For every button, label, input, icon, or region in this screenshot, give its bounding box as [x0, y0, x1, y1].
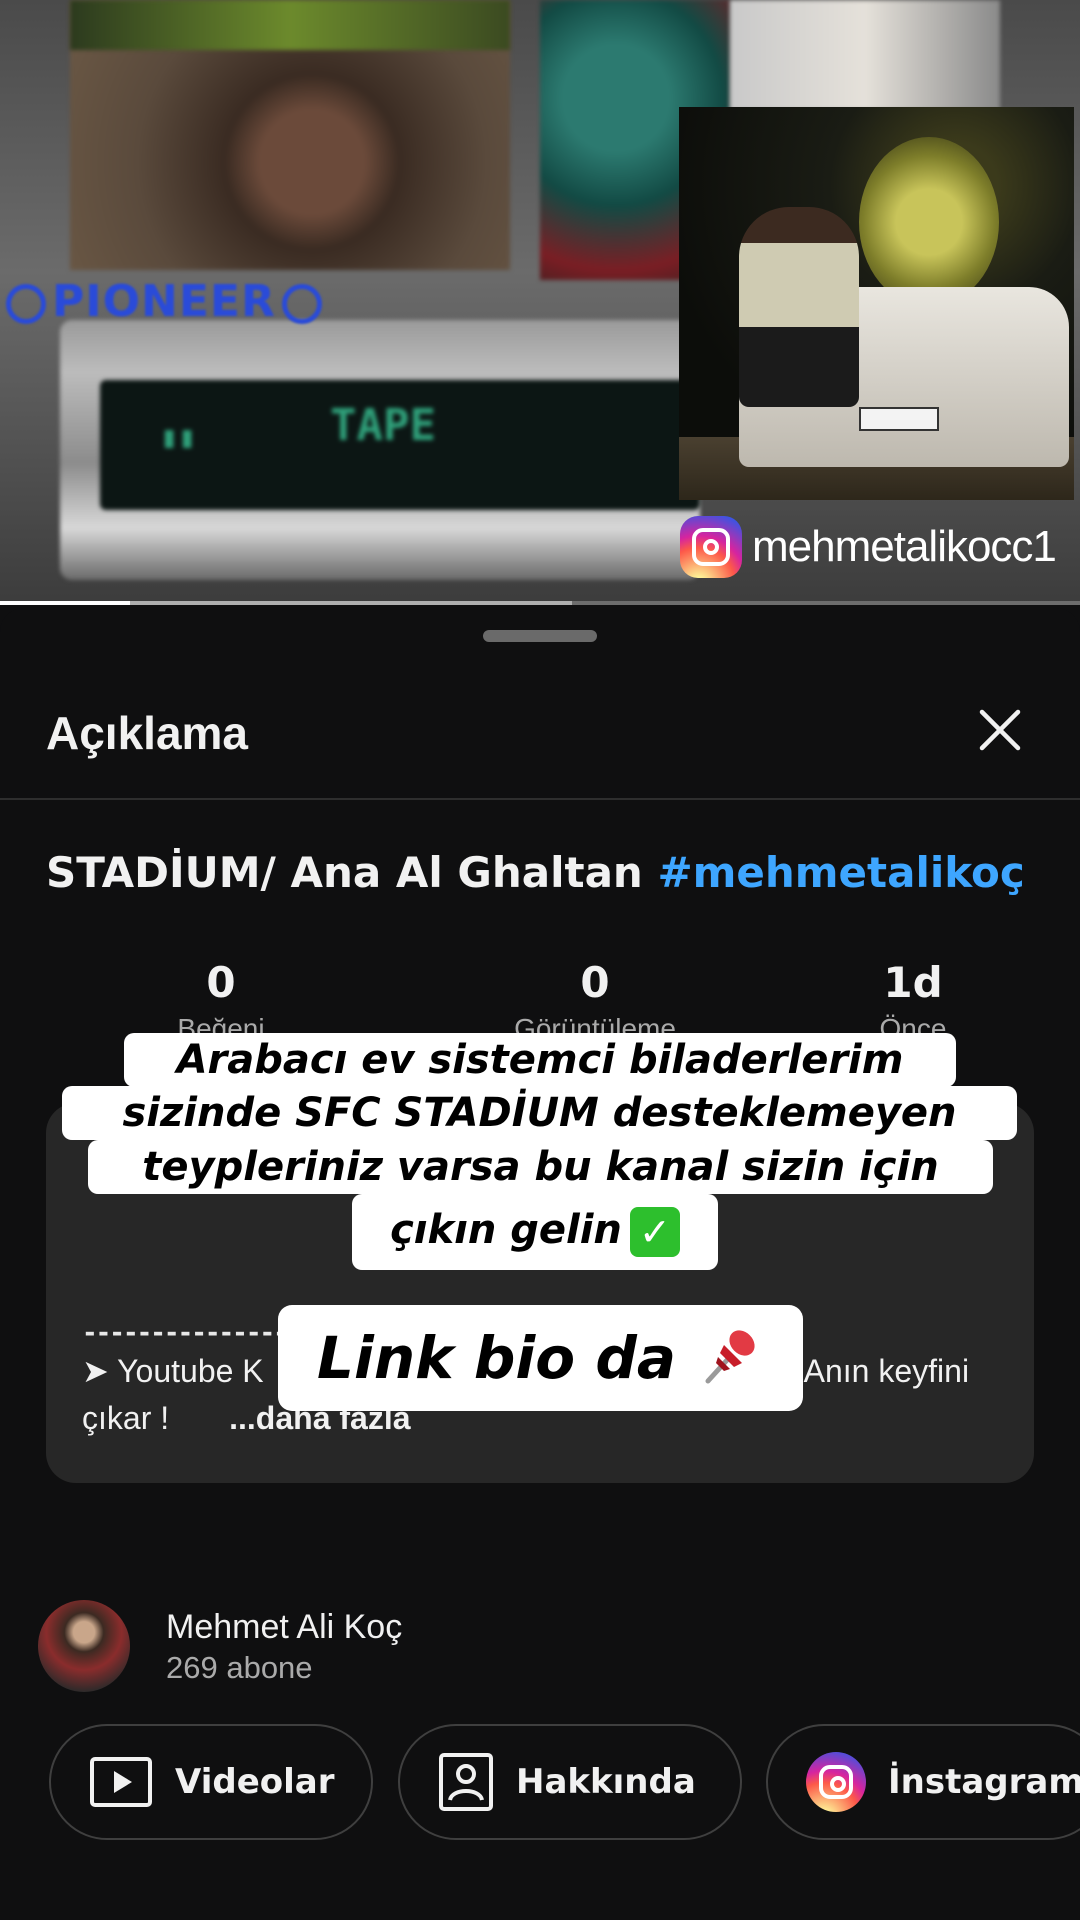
photo-inset: [679, 107, 1074, 500]
license-plate: [859, 407, 939, 431]
caption-line: Arabacı ev sistemci biladerlerim: [124, 1033, 956, 1087]
progress-bar[interactable]: [0, 601, 1080, 605]
instagram-icon: [806, 1752, 866, 1812]
person-icon: [439, 1753, 493, 1811]
channel-row[interactable]: Mehmet Ali Koç 269 abone: [38, 1600, 1038, 1696]
channel-name[interactable]: Mehmet Ali Koç: [166, 1608, 402, 1647]
stat-date: 1d Önce: [783, 958, 1043, 1041]
caption-line: çıkın gelin ✓: [352, 1194, 718, 1270]
drag-handle[interactable]: [483, 630, 597, 642]
caption-line: teypleriniz varsa bu kanal sizin için: [88, 1140, 993, 1194]
video-title: STADİUM/ Ana Al Ghaltan #mehmetalikoç: [46, 848, 1025, 897]
progress-fill: [0, 601, 130, 605]
background-poster: [730, 0, 1000, 110]
divider: [0, 798, 1080, 800]
hashtag-link[interactable]: #mehmetalikoç: [657, 848, 1024, 897]
instagram-tag: mehmetalikocc1: [680, 515, 1057, 579]
check-icon: ✓: [629, 1207, 680, 1257]
stat-value: 0: [206, 958, 236, 1007]
chip-label: Hakkında: [516, 1762, 696, 1802]
close-button[interactable]: [970, 700, 1030, 760]
description-line: çıkar !: [82, 1400, 170, 1436]
chip-label: Videolar: [175, 1762, 335, 1802]
video-player[interactable]: PIONEER TAPE ▮▮ mehmetalikocc1: [0, 0, 1080, 605]
channel-chips: Videolar Hakkında İnstagram: [0, 1724, 1080, 1842]
caption-line: sizinde SFC STADİUM desteklemeyen: [62, 1086, 1017, 1140]
person: [739, 207, 859, 407]
instagram-chip[interactable]: İnstagram: [766, 1724, 1080, 1840]
link-sticker: Link bio da: [278, 1305, 803, 1411]
stat-views: 0 Görüntüleme: [465, 958, 725, 1041]
stat-likes: 0 Beğeni: [91, 958, 351, 1041]
link-sticker-text: Link bio da: [317, 1324, 676, 1392]
sheet-title: Açıklama: [46, 707, 249, 759]
stereo-display: TAPE ▮▮: [100, 380, 700, 510]
display-text: ▮▮: [160, 420, 197, 455]
stats-row: 0 Beğeni 0 Görüntüleme 1d Önce: [0, 958, 1080, 1041]
pioneer-emblem-icon: [6, 284, 46, 324]
subscriber-count: 269 abone: [166, 1650, 313, 1685]
close-icon: [979, 709, 1021, 751]
pioneer-logo: PIONEER: [0, 276, 328, 327]
instagram-icon: [680, 516, 742, 578]
stat-value: 1d: [883, 958, 943, 1007]
background-poster-banner: [70, 0, 510, 50]
display-text: TAPE: [330, 400, 436, 451]
channel-avatar[interactable]: [38, 1600, 130, 1692]
pioneer-emblem-icon: [281, 284, 322, 324]
tree: [859, 137, 999, 307]
caption-text: çıkın gelin: [390, 1207, 622, 1253]
play-icon: [90, 1757, 152, 1807]
description-line: Anın keyfini: [803, 1353, 970, 1389]
instagram-handle: mehmetalikocc1: [752, 522, 1057, 571]
videos-chip[interactable]: Videolar: [49, 1724, 373, 1840]
pushpin-icon: [705, 1330, 755, 1384]
chip-label: İnstagram: [888, 1762, 1080, 1802]
stat-value: 0: [580, 958, 610, 1007]
description-line: ➤ Youtube K: [82, 1353, 264, 1389]
video-title-text: STADİUM/ Ana Al Ghaltan: [46, 848, 658, 897]
about-chip[interactable]: Hakkında: [398, 1724, 742, 1840]
